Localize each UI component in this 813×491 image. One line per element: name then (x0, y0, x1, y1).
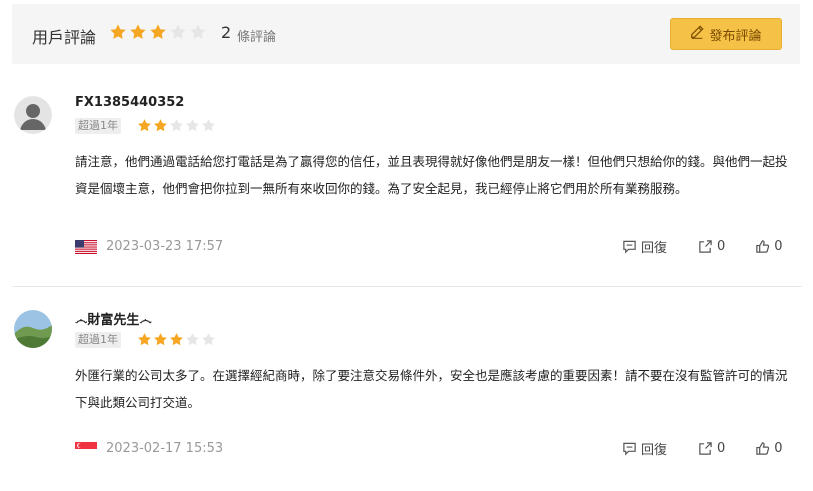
star-filled-icon (153, 118, 168, 133)
comment-icon (622, 239, 637, 254)
review-date: 2023-03-23 17:57 (106, 238, 224, 254)
review-rating-stars (137, 332, 216, 347)
star-filled-icon (129, 23, 147, 41)
share-icon (698, 441, 713, 456)
share-icon (698, 239, 713, 254)
post-review-button[interactable]: 發布評論 (670, 18, 782, 50)
like-count: 0 (774, 238, 783, 254)
star-filled-icon (169, 332, 184, 347)
review-actions: 回復 0 0 (622, 237, 783, 256)
review-actions: 回復 0 0 (622, 439, 783, 458)
star-filled-icon (137, 332, 152, 347)
star-empty-icon (169, 23, 187, 41)
review-meta: 2023-03-23 17:57 (75, 237, 223, 255)
reviews-title: 用戶評論 (32, 28, 97, 47)
comment-icon (622, 441, 637, 456)
share-button[interactable]: 0 (698, 441, 725, 456)
post-review-label: 發布評論 (709, 28, 762, 44)
reply-button[interactable]: 回復 (622, 439, 667, 458)
avatar[interactable] (14, 310, 52, 348)
review-item: FX1385440352 超過1年 請注意，他們通過電話給您打電話是為了贏得您的… (0, 80, 813, 276)
review-text: 外匯行業的公司太多了。在選擇經紀商時，除了要注意交易條件外，安全也是應該考慮的重… (75, 368, 788, 410)
review-count: 2 (221, 23, 232, 42)
reviewer-name[interactable]: ෴財富先生෴ (75, 309, 152, 328)
share-button[interactable]: 0 (698, 239, 725, 254)
like-button[interactable]: 0 (755, 238, 783, 254)
reply-label: 回復 (641, 240, 668, 256)
sg-flag-icon (75, 441, 97, 456)
star-empty-icon (189, 23, 207, 41)
like-button[interactable]: 0 (755, 440, 783, 456)
like-count: 0 (774, 440, 783, 456)
pencil-icon (690, 25, 705, 43)
star-filled-icon (109, 23, 127, 41)
star-filled-icon (149, 23, 167, 41)
divider (12, 286, 802, 287)
review-text: 請注意，他們通過電話給您打電話是為了贏得您的信任，並且表現得就好像他們是朋友一樣… (75, 154, 788, 196)
review-meta: 2023-02-17 15:53 (75, 439, 223, 457)
thumbs-up-icon (755, 441, 770, 456)
us-flag-icon (75, 239, 97, 254)
share-count: 0 (717, 238, 726, 254)
overall-rating-stars (109, 23, 207, 41)
reply-label: 回復 (641, 442, 668, 458)
review-item: ෴財富先生෴ 超過1年 外匯行業的公司太多了。在選擇經紀商時，除了要注意交易條件… (0, 294, 813, 484)
star-empty-icon (201, 118, 216, 133)
share-count: 0 (717, 440, 726, 456)
reply-button[interactable]: 回復 (622, 237, 667, 256)
review-date: 2023-02-17 15:53 (106, 440, 224, 456)
thumbs-up-icon (755, 239, 770, 254)
star-empty-icon (185, 118, 200, 133)
review-rating-stars (137, 118, 216, 133)
star-empty-icon (185, 332, 200, 347)
star-empty-icon (169, 118, 184, 133)
review-count-unit: 條評論 (237, 30, 277, 45)
reviews-header: 用戶評論 2 條評論 發布評論 (12, 4, 800, 64)
tenure-badge: 超過1年 (75, 118, 121, 134)
reviewer-name[interactable]: FX1385440352 (75, 95, 184, 110)
star-filled-icon (153, 332, 168, 347)
tenure-badge: 超過1年 (75, 332, 121, 348)
star-empty-icon (201, 332, 216, 347)
avatar[interactable] (14, 96, 52, 134)
star-filled-icon (137, 118, 152, 133)
